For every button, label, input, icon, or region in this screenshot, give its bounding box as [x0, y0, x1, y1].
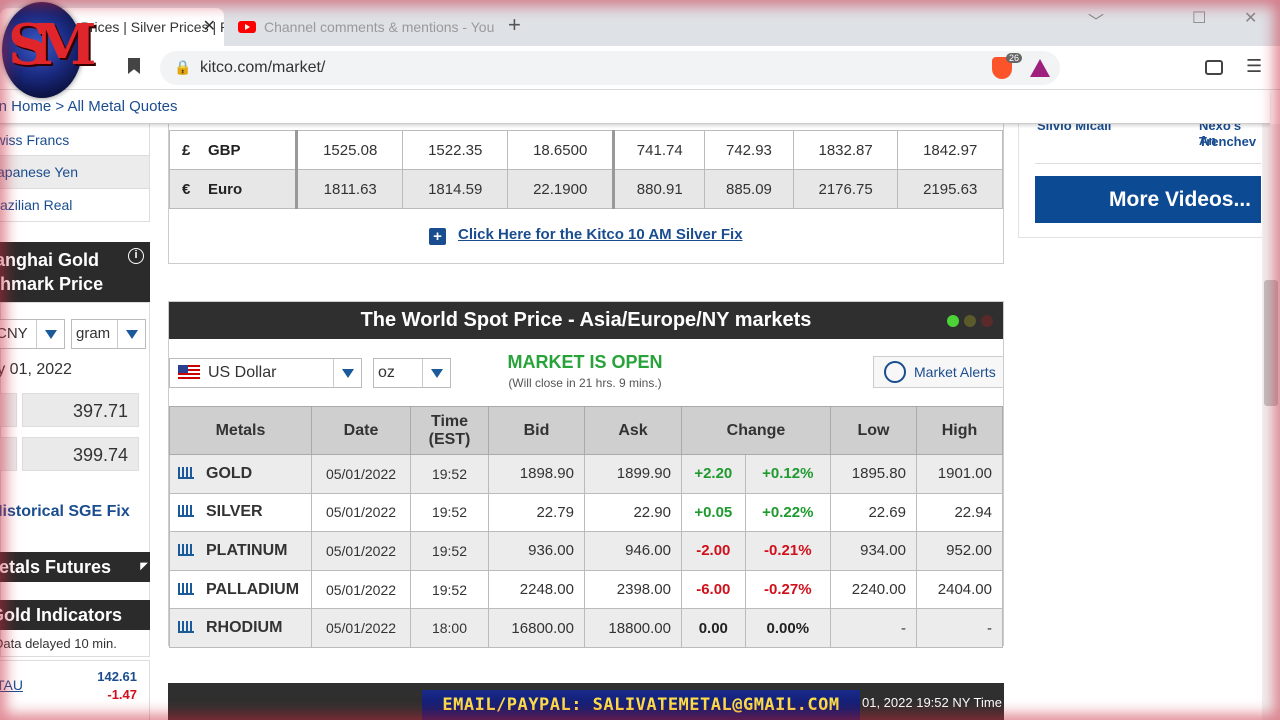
change-percent: -0.27% — [744, 569, 832, 610]
change-percent: -0.21% — [744, 531, 832, 571]
scrollbar[interactable] — [1262, 124, 1280, 720]
youtube-icon — [238, 21, 256, 33]
url-field[interactable]: 🔒 kitco.com/market/ 26 — [160, 51, 1060, 85]
logo-text: SM — [8, 12, 97, 78]
market-status: MARKET IS OPEN — [507, 352, 663, 372]
close-tab-icon[interactable]: ✕ — [203, 8, 216, 46]
chevron-down-icon — [422, 359, 450, 387]
wallet-icon[interactable] — [1205, 60, 1223, 75]
sge-pm-value: 399.74 — [22, 437, 139, 471]
sge-currency-select[interactable]: CNY — [0, 319, 65, 349]
chart-icon — [178, 621, 194, 634]
sge-header: Shanghai Gold Benchmark Price i — [0, 242, 150, 302]
change-value: +0.05 — [681, 492, 746, 533]
change-value: -2.00 — [681, 531, 746, 571]
window-close-icon[interactable]: ✕ — [1244, 8, 1257, 28]
video-authors: Silvio Micali Nexo's An Trenchev — [1035, 124, 1261, 164]
change-percent: +0.22% — [744, 492, 832, 533]
scrollbar-thumb[interactable] — [1264, 280, 1278, 406]
table-row: € Euro 1811.63 1814.59 22.1900 880.91 885… — [169, 169, 1003, 209]
tab-youtube-comments[interactable]: Channel comments & mentions - You — [226, 8, 496, 46]
table-header-row: Metals Date Time (EST) Bid Ask Change Low… — [169, 406, 1003, 455]
change-value: -6.00 — [681, 569, 746, 610]
change-value: +2.20 — [681, 454, 746, 494]
tab-title: Channel comments & mentions - You — [264, 19, 495, 35]
shields-count-badge: 26 — [1006, 53, 1023, 63]
plus-icon: + — [429, 228, 446, 245]
tab-bar: Live Silver Prices | Silver Prices | P ✕… — [0, 0, 1280, 46]
bookmark-icon[interactable] — [128, 58, 140, 74]
expand-icon: ◤ — [140, 561, 148, 572]
right-sidebar: Silvio Micali Nexo's An Trenchev More Vi… — [1018, 124, 1270, 238]
currency-item-brazil[interactable]: Brazilian Real — [0, 189, 150, 222]
breadcrumb: You are in Home > All Metal Quotes — [0, 90, 1270, 124]
address-bar: 🔒 kitco.com/market/ 26 ☰ — [0, 46, 1280, 90]
new-tab-button[interactable]: + — [508, 12, 521, 38]
historical-sge-link[interactable]: Historical SGE Fix — [0, 503, 130, 521]
more-videos-button[interactable]: More Videos... — [1035, 176, 1261, 223]
silver-currency-table: £ GBP 1525.08 1522.35 18.6500 741.74 742.… — [169, 130, 1003, 209]
chevron-down-icon — [117, 320, 145, 348]
lock-icon: 🔒 — [174, 59, 192, 75]
table-row[interactable]: PLATINUM 05/01/2022 19:52 936.00 946.00 … — [169, 531, 1003, 571]
world-spot-price-panel: The World Spot Price - Asia/Europe/NY ma… — [168, 301, 1004, 648]
status-dot-icon — [947, 315, 959, 327]
table-row: £ GBP 1525.08 1522.35 18.6500 741.74 742.… — [169, 130, 1003, 170]
status-dot-icon — [964, 315, 976, 327]
chart-icon — [178, 466, 194, 479]
metals-futures-header[interactable]: Metals Futures ◤ — [0, 552, 150, 582]
market-close-note: (Will close in 21 hrs. 9 mins.) — [508, 376, 662, 390]
spot-price-table: Metals Date Time (EST) Bid Ask Change Low… — [169, 406, 1003, 648]
url-text: kitco.com/market/ — [200, 59, 326, 76]
sge-pm-label — [0, 437, 17, 471]
sge-date: May 01, 2022 — [0, 361, 72, 378]
chart-icon — [178, 543, 194, 556]
spot-title: The World Spot Price - Asia/Europe/NY ma… — [360, 309, 812, 331]
left-sidebar: Swiss Francs Japanese Yen Brazilian Real… — [0, 124, 150, 720]
unit-select[interactable]: oz — [373, 358, 451, 388]
minimize-icon[interactable]: ﹀ — [1088, 8, 1104, 32]
gold-indicators-header: Gold Indicators — [0, 600, 150, 630]
silver-currency-panel: £ GBP 1525.08 1522.35 18.6500 741.74 742.… — [168, 124, 1004, 264]
maximize-icon[interactable]: ☐ — [1192, 8, 1206, 28]
menu-icon[interactable]: ☰ — [1246, 56, 1262, 77]
delay-note: Data delayed 10 min. — [0, 636, 117, 651]
us-flag-icon — [178, 365, 200, 379]
change-percent: +0.12% — [744, 454, 832, 494]
currency-item-yen[interactable]: Japanese Yen — [0, 156, 150, 189]
sge-unit-select[interactable]: gram — [71, 319, 146, 349]
status-dot-icon — [981, 315, 993, 327]
channel-logo: SM — [2, 2, 97, 98]
info-icon[interactable]: i — [128, 248, 144, 264]
email-paypal-banner: EMAIL/PAYPAL: SALIVATEMETAL@GMAIL.COM — [422, 690, 860, 720]
sge-am-value: 397.71 — [22, 393, 139, 427]
indicator-row[interactable]: TAU 142.61 -1.47 — [0, 660, 150, 720]
change-percent: 0.00% — [744, 608, 832, 648]
table-row[interactable]: PALLADIUM 05/01/2022 19:52 2248.00 2398.… — [169, 569, 1003, 610]
currency-item-swiss[interactable]: Swiss Francs — [0, 124, 150, 156]
brave-rewards-icon[interactable] — [1030, 59, 1050, 77]
chevron-down-icon — [36, 320, 64, 348]
currency-select[interactable]: US Dollar — [169, 358, 362, 388]
silver-fix-link[interactable]: + Click Here for the Kitco 10 AM Silver F… — [429, 226, 743, 245]
table-row[interactable]: GOLD 05/01/2022 19:52 1898.90 1899.90 +2… — [169, 454, 1003, 494]
chevron-down-icon — [333, 359, 361, 387]
change-value: 0.00 — [681, 608, 746, 648]
table-row[interactable]: RHODIUM 05/01/2022 18:00 16800.00 18800.… — [169, 608, 1003, 648]
sge-am-label — [0, 393, 17, 427]
ny-time-stamp: 01, 2022 19:52 NY Time — [862, 695, 1002, 710]
market-alerts-button[interactable]: Market Alerts — [873, 356, 1004, 388]
spot-header: The World Spot Price - Asia/Europe/NY ma… — [169, 302, 1003, 339]
chart-icon — [178, 582, 194, 595]
breadcrumb-text[interactable]: You are in Home > All Metal Quotes — [0, 90, 178, 124]
table-row[interactable]: SILVER 05/01/2022 19:52 22.79 22.90 +0.0… — [169, 492, 1003, 533]
chart-icon — [178, 505, 194, 518]
alarm-clock-icon — [884, 361, 906, 383]
